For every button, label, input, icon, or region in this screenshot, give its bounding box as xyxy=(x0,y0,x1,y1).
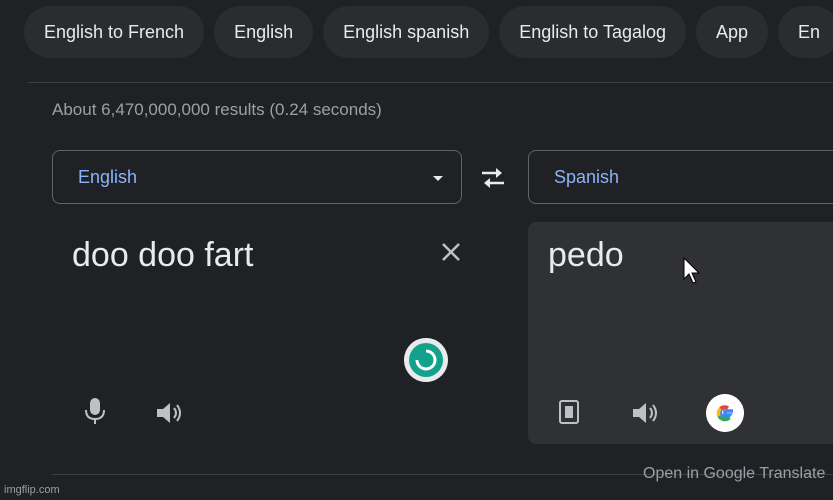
source-text-input[interactable]: doo doo fart xyxy=(72,236,253,275)
chip-en[interactable]: En xyxy=(778,6,833,58)
translation-output-panel: pedo xyxy=(528,222,833,444)
imgflip-watermark: imgflip.com xyxy=(4,484,60,496)
related-search-chips: English to French English English spanis… xyxy=(24,6,833,58)
chevron-down-icon xyxy=(433,176,443,181)
target-language-select[interactable]: Spanish xyxy=(528,150,833,204)
google-g-icon[interactable] xyxy=(706,394,744,432)
speaker-icon[interactable] xyxy=(154,400,184,426)
source-language-label: English xyxy=(78,167,138,187)
google-search-page: English to French English English spanis… xyxy=(0,0,833,500)
chip-english-spanish[interactable]: English spanish xyxy=(323,6,490,58)
copy-icon[interactable] xyxy=(556,398,582,426)
chip-app[interactable]: App xyxy=(696,6,769,58)
chip-english[interactable]: English xyxy=(214,6,314,58)
chips-divider xyxy=(28,82,833,83)
microphone-icon[interactable] xyxy=(82,396,108,426)
close-icon[interactable] xyxy=(437,238,465,266)
speaker-icon[interactable] xyxy=(630,400,660,426)
chip-english-to-tagalog[interactable]: English to Tagalog xyxy=(499,6,686,58)
loading-spinner-icon xyxy=(404,338,448,382)
chip-english-to-french[interactable]: English to French xyxy=(24,6,205,58)
swap-arrows-icon[interactable] xyxy=(478,164,508,192)
source-text-panel: doo doo fart xyxy=(52,222,472,444)
open-in-google-translate-link[interactable]: Open in Google Translate xyxy=(643,465,825,483)
target-language-label: Spanish xyxy=(554,167,620,187)
result-stats: About 6,470,000,000 results (0.24 second… xyxy=(52,100,382,119)
mouse-cursor-icon xyxy=(683,257,701,284)
source-language-select[interactable]: English xyxy=(52,150,462,204)
translated-text: pedo xyxy=(548,236,624,274)
